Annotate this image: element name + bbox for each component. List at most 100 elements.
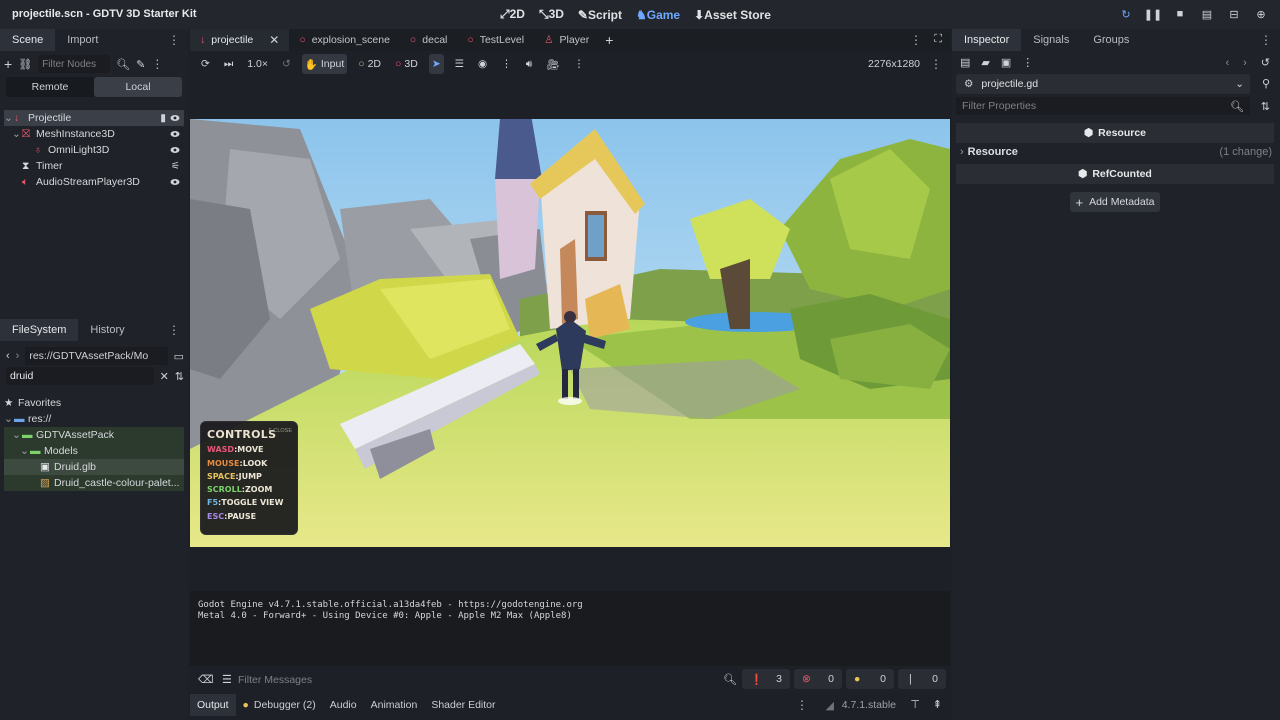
- scene-tab-projectile[interactable]: ↓ projectile ✕: [190, 29, 290, 51]
- tab-groups[interactable]: Groups: [1081, 29, 1141, 51]
- toggle-search-icon[interactable]: ☰: [222, 673, 232, 686]
- tab-audio[interactable]: Audio: [323, 694, 364, 716]
- expand-panel-icon[interactable]: ⇞: [933, 698, 942, 711]
- input-toggle[interactable]: ✋ Input: [301, 54, 348, 74]
- tree-node-timer[interactable]: ⧗ Timer ⚟: [4, 158, 184, 174]
- movie-icon[interactable]: ⊟: [1227, 7, 1241, 21]
- more-icon[interactable]: ⋮: [498, 54, 515, 74]
- scene-tab-player[interactable]: ♙ Player: [534, 29, 599, 51]
- game-viewport[interactable]: CONTROLS F CLOSE WASD:MOVE MOUSE:LOOK SP…: [190, 119, 950, 547]
- fs-item-druid-castle-palette[interactable]: ▨ Druid_castle-colour-palet...: [4, 475, 184, 491]
- back-icon[interactable]: ‹: [1225, 57, 1229, 69]
- mute-audio-icon[interactable]: 🔊︎: [523, 54, 536, 74]
- tree-node-omnilight3d[interactable]: ♁ OmniLight3D: [4, 142, 184, 158]
- filter-messages-input[interactable]: Filter Messages: [238, 671, 738, 689]
- info-count-toggle[interactable]: ❘ 0: [898, 669, 946, 689]
- settings-icon[interactable]: ⊕: [1254, 7, 1268, 21]
- clear-log-icon[interactable]: ⌫: [198, 673, 214, 686]
- error-count-toggle[interactable]: ⊗ 0: [794, 669, 842, 689]
- tab-shader-editor[interactable]: Shader Editor: [424, 694, 502, 716]
- mode-asset-store-button[interactable]: ⬇Asset Store: [694, 8, 771, 22]
- warning-count-toggle[interactable]: ● 0: [846, 669, 894, 689]
- link-icon[interactable]: ⛓: [18, 58, 32, 71]
- add-metadata-button[interactable]: + Add Metadata: [1070, 192, 1160, 212]
- message-count-toggle[interactable]: ❗ 3: [742, 669, 790, 689]
- tab-scene[interactable]: Scene: [0, 29, 56, 51]
- mode-game-button[interactable]: ♞Game: [636, 8, 680, 22]
- tree-node-projectile[interactable]: ⌄ ↓ Projectile ▮: [4, 110, 184, 126]
- close-hint[interactable]: F CLOSE: [268, 428, 292, 434]
- sort-icon[interactable]: ⇅: [175, 370, 184, 383]
- object-properties-icon[interactable]: ⚲: [1262, 77, 1270, 90]
- local-button[interactable]: Local: [94, 77, 182, 97]
- reset-speed-icon[interactable]: ↺: [279, 54, 294, 74]
- step-icon[interactable]: ⏭: [221, 54, 236, 74]
- more-icon[interactable]: ⋮: [796, 698, 808, 712]
- scene-tab-testlevel[interactable]: ○ TestLevel: [457, 29, 534, 51]
- history-icon[interactable]: ↺: [1261, 56, 1270, 69]
- clear-icon[interactable]: ✕: [160, 370, 169, 383]
- filter-properties-input[interactable]: Filter Properties: [956, 97, 1250, 115]
- visibility-eye-icon[interactable]: [170, 113, 180, 123]
- mode-3d-button[interactable]: ⤡3D: [539, 7, 564, 22]
- list-select-icon[interactable]: ☰: [452, 54, 467, 74]
- pause-icon[interactable]: ❚❚: [1144, 7, 1162, 21]
- tab-inspector[interactable]: Inspector: [952, 29, 1022, 51]
- visibility-icon[interactable]: ◉: [475, 54, 490, 74]
- filter-nodes-input[interactable]: Filter Nodes: [38, 55, 111, 73]
- tab-debugger[interactable]: ● Debugger (2): [236, 694, 323, 716]
- tab-animation[interactable]: Animation: [364, 694, 425, 716]
- more-icon[interactable]: ⋮: [151, 57, 163, 71]
- open-folder-icon[interactable]: ▰: [981, 56, 989, 69]
- property-resource[interactable]: › Resource (1 change): [960, 143, 1272, 161]
- script-attach-icon[interactable]: ✎: [136, 58, 145, 71]
- visibility-eye-icon[interactable]: [170, 145, 180, 155]
- stop-icon[interactable]: ■: [1173, 7, 1187, 21]
- section-resource[interactable]: ⬢ Resource: [956, 123, 1274, 143]
- filter-options-icon[interactable]: ⇅: [1261, 100, 1270, 113]
- more-icon[interactable]: ⋮: [1260, 33, 1272, 47]
- signal-icon[interactable]: ⚟: [171, 161, 180, 172]
- visibility-eye-icon[interactable]: [170, 129, 180, 139]
- file-search-input[interactable]: druid: [6, 367, 154, 385]
- tree-node-audiostreamplayer3d[interactable]: 🔈︎ AudioStreamPlayer3D: [4, 174, 184, 190]
- scene-tab-explosion-scene[interactable]: ○ explosion_scene: [289, 29, 400, 51]
- forward-icon[interactable]: ›: [16, 350, 20, 362]
- resource-picker[interactable]: ⚙ projectile.gd ⌄: [956, 74, 1250, 94]
- fs-item-gdtvassetpack[interactable]: ⌄ ▬ GDTVAssetPack: [4, 427, 184, 443]
- mode-3d-toggle[interactable]: ○ 3D: [392, 54, 421, 74]
- more-icon[interactable]: ⋮: [930, 57, 942, 71]
- forward-icon[interactable]: ›: [1243, 57, 1247, 69]
- mode-script-button[interactable]: ✎Script: [578, 8, 622, 22]
- more-icon[interactable]: ⋮: [1022, 56, 1033, 69]
- more-icon[interactable]: ⋮: [571, 54, 588, 74]
- fullscreen-icon[interactable]: ⛶: [934, 33, 942, 46]
- add-tab-icon[interactable]: +: [605, 32, 613, 48]
- tab-history[interactable]: History: [78, 319, 136, 341]
- split-view-icon[interactable]: ▭: [174, 350, 184, 363]
- remote-debug-icon[interactable]: ▤: [1200, 7, 1214, 21]
- more-icon[interactable]: ⋮: [910, 33, 922, 47]
- back-icon[interactable]: ‹: [6, 350, 10, 362]
- mode-2d-button[interactable]: ⤢2D: [500, 7, 525, 22]
- new-resource-icon[interactable]: ▤: [960, 56, 970, 69]
- more-icon[interactable]: ⋮: [168, 33, 180, 47]
- tab-output[interactable]: Output: [190, 694, 236, 716]
- tree-node-meshinstance3d[interactable]: ⌄ ⛝ MeshInstance3D: [4, 126, 184, 142]
- scene-tab-decal[interactable]: ○ decal: [400, 29, 457, 51]
- more-icon[interactable]: ⋮: [168, 323, 180, 337]
- save-icon[interactable]: ▣: [1001, 56, 1011, 69]
- mode-2d-toggle[interactable]: ○ 2D: [355, 54, 384, 74]
- section-refcounted[interactable]: ⬢ RefCounted: [956, 164, 1274, 184]
- path-field[interactable]: res://GDTVAssetPack/Mo: [25, 347, 168, 365]
- camera-icon[interactable]: 🎥︎: [543, 54, 562, 74]
- reload-icon[interactable]: ↻: [1119, 7, 1133, 21]
- fs-item-favorites[interactable]: ★ Favorites: [4, 395, 184, 411]
- add-node-icon[interactable]: +: [4, 56, 12, 72]
- script-icon[interactable]: ▮: [160, 112, 166, 124]
- camera-override-icon[interactable]: ⟳: [198, 54, 213, 74]
- visibility-eye-icon[interactable]: [170, 177, 180, 187]
- remote-button[interactable]: Remote: [6, 77, 94, 97]
- tab-import[interactable]: Import: [55, 29, 110, 51]
- fs-item-druid-glb[interactable]: ▣ Druid.glb: [4, 459, 184, 475]
